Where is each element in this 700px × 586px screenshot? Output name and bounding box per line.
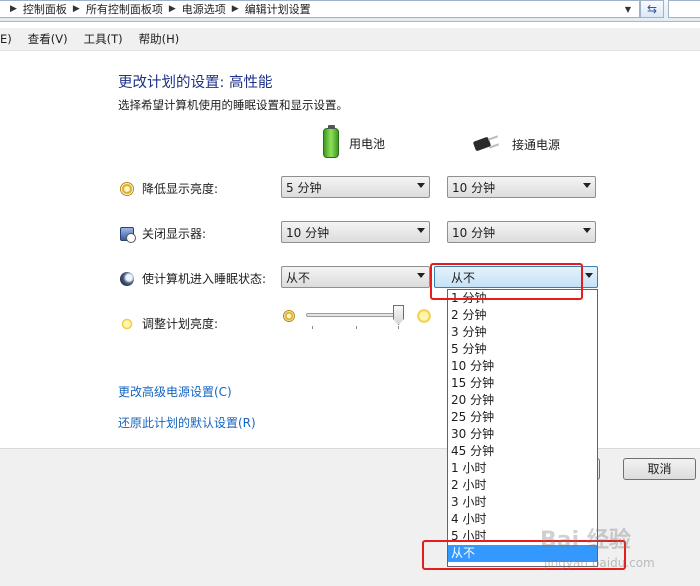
chevron-right-icon[interactable]: ▶: [232, 4, 239, 14]
list-item[interactable]: 3 分钟: [448, 324, 597, 341]
sleep-battery-select[interactable]: 从不: [281, 266, 430, 288]
dim-display-battery-select[interactable]: 5 分钟: [281, 176, 430, 198]
chevron-down-icon: [417, 228, 425, 233]
select-value: 5 分钟: [286, 180, 322, 195]
menu-tools[interactable]: 工具(T): [84, 31, 123, 47]
chevron-right-icon[interactable]: ▶: [169, 4, 176, 14]
list-item[interactable]: 1 小时: [448, 460, 597, 477]
battery-icon: [323, 125, 339, 158]
cancel-button[interactable]: 取消: [623, 458, 696, 480]
row-turn-off-display: 关闭显示器:: [120, 225, 207, 243]
monitor-icon: [120, 226, 136, 243]
row-label: 降低显示亮度:: [142, 182, 219, 196]
list-item[interactable]: 2 分钟: [448, 307, 597, 324]
search-input[interactable]: [668, 0, 700, 18]
column-label-plugged: 接通电源: [512, 137, 561, 152]
dim-display-plugged-select[interactable]: 10 分钟: [447, 176, 596, 198]
page-title: 更改计划的设置: 高性能: [118, 75, 273, 91]
chevron-right-icon[interactable]: ▶: [73, 4, 80, 14]
list-item[interactable]: 2 小时: [448, 477, 597, 494]
watermark-url: jingyan.baidu.com: [544, 556, 655, 570]
list-item[interactable]: 30 分钟: [448, 426, 597, 443]
slider-tick: [312, 326, 313, 329]
refresh-button[interactable]: ⇆: [640, 0, 664, 18]
breadcrumb-item[interactable]: 控制面板: [23, 1, 67, 17]
list-item[interactable]: 5 分钟: [448, 341, 597, 358]
breadcrumb-item[interactable]: 编辑计划设置: [245, 1, 311, 17]
column-header-battery: 用电池: [323, 125, 386, 158]
breadcrumb-item[interactable]: 所有控制面板项: [86, 1, 163, 17]
brightness-low-icon: [283, 310, 295, 322]
row-plan-brightness: 调整计划亮度:: [120, 315, 218, 332]
brightness-slider-track[interactable]: [306, 313, 400, 317]
sun-icon: [120, 316, 134, 331]
chevron-down-icon[interactable]: ▼: [620, 2, 636, 18]
row-dim-display: 降低显示亮度:: [120, 180, 218, 197]
chevron-down-icon: [585, 273, 593, 278]
row-label: 使计算机进入睡眠状态:: [142, 272, 267, 286]
chevron-right-icon[interactable]: ▶: [10, 4, 17, 14]
row-sleep: 使计算机进入睡眠状态:: [120, 270, 266, 287]
menu-bar: E) 查看(V) 工具(T) 帮助(H): [0, 28, 700, 50]
power-plug-icon: [472, 135, 500, 153]
sleep-moon-icon: [120, 271, 134, 286]
breadcrumb-item[interactable]: 电源选项: [182, 1, 226, 17]
page-subtitle: 选择希望计算机使用的睡眠设置和显示设置。: [118, 98, 348, 112]
row-label: 调整计划亮度:: [142, 317, 219, 331]
list-item[interactable]: 3 小时: [448, 494, 597, 511]
menu-view[interactable]: 查看(V): [28, 31, 68, 47]
list-item[interactable]: 20 分钟: [448, 392, 597, 409]
list-item[interactable]: 45 分钟: [448, 443, 597, 460]
row-label: 关闭显示器:: [142, 227, 207, 241]
select-value: 10 分钟: [286, 225, 330, 240]
menu-help[interactable]: 帮助(H): [139, 31, 180, 47]
highlight-box: [430, 263, 583, 300]
select-value: 10 分钟: [452, 180, 496, 195]
chevron-down-icon: [583, 183, 591, 188]
turn-off-display-plugged-select[interactable]: 10 分钟: [447, 221, 596, 243]
watermark-logo: Bai 经验: [540, 528, 631, 553]
column-label-battery: 用电池: [349, 136, 386, 151]
list-item[interactable]: 15 分钟: [448, 375, 597, 392]
breadcrumb[interactable]: ▶ 控制面板 ▶ 所有控制面板项 ▶ 电源选项 ▶ 编辑计划设置 ▼: [0, 0, 640, 18]
slider-tick: [398, 326, 399, 329]
column-header-plugged: 接通电源: [472, 135, 561, 153]
chevron-down-icon: [583, 228, 591, 233]
chevron-down-icon: [417, 273, 425, 278]
chevron-down-icon: [417, 183, 425, 188]
select-value: 从不: [286, 270, 311, 285]
turn-off-display-battery-select[interactable]: 10 分钟: [281, 221, 430, 243]
address-bar: ▶ 控制面板 ▶ 所有控制面板项 ▶ 电源选项 ▶ 编辑计划设置 ▼ ⇆: [0, 0, 700, 22]
list-item[interactable]: 10 分钟: [448, 358, 597, 375]
select-value: 10 分钟: [452, 225, 496, 240]
menu-edit[interactable]: E): [0, 32, 12, 46]
slider-tick: [356, 326, 357, 329]
brightness-high-icon: [415, 307, 433, 325]
advanced-power-settings-link[interactable]: 更改高级电源设置(C): [118, 383, 232, 400]
list-item[interactable]: 25 分钟: [448, 409, 597, 426]
restore-defaults-link[interactable]: 还原此计划的默认设置(R): [118, 414, 256, 431]
brightness-icon: [120, 181, 134, 196]
refresh-icon: ⇆: [646, 2, 658, 16]
